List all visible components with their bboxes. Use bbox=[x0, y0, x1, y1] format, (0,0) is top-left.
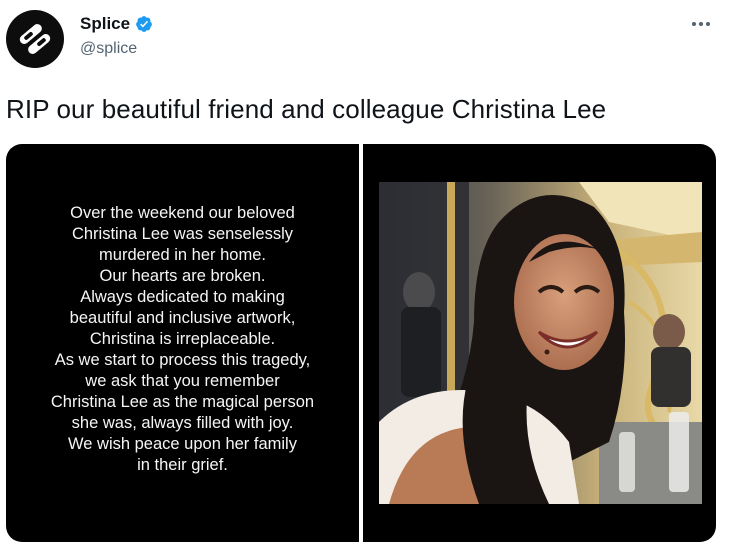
statement-line: in their grief. bbox=[137, 455, 228, 474]
tweet-text: RIP our beautiful friend and colleague C… bbox=[6, 94, 607, 124]
statement-line: As we start to process this tragedy, bbox=[54, 350, 311, 369]
tweet-media: Over the weekend our beloved Christina L… bbox=[6, 144, 716, 542]
statement-line: she was, always filled with joy. bbox=[71, 413, 294, 432]
avatar[interactable] bbox=[6, 10, 64, 68]
dot bbox=[706, 22, 710, 26]
name-row: Splice bbox=[80, 14, 153, 34]
splice-logo-icon bbox=[19, 24, 51, 54]
statement-line: Our hearts are broken. bbox=[99, 266, 266, 285]
portrait-photo bbox=[379, 182, 702, 504]
verified-badge-icon bbox=[135, 15, 153, 33]
display-name[interactable]: Splice bbox=[80, 14, 130, 34]
statement-line: Christina Lee as the magical person bbox=[50, 392, 315, 411]
statement-line: Christina Lee was senselessly bbox=[71, 224, 293, 243]
statement-line: Christina is irreplaceable. bbox=[89, 329, 276, 348]
statement-line: Always dedicated to making bbox=[80, 287, 285, 306]
statement-text: Over the weekend our beloved Christina L… bbox=[51, 203, 314, 476]
statement-line: Over the weekend our beloved bbox=[70, 203, 295, 222]
dot bbox=[699, 22, 703, 26]
tweet-header: Splice @splice bbox=[0, 0, 730, 84]
statement-line: We wish peace upon her family bbox=[68, 434, 297, 453]
dot bbox=[692, 22, 696, 26]
portrait-illustration bbox=[379, 182, 702, 504]
statement-line: we ask that you remember bbox=[85, 371, 280, 390]
statement-image[interactable]: Over the weekend our beloved Christina L… bbox=[6, 144, 359, 542]
more-options-icon[interactable] bbox=[686, 12, 716, 36]
statement-line: murdered in her home. bbox=[99, 245, 266, 264]
statement-line: beautiful and inclusive artwork, bbox=[69, 308, 296, 327]
photo-image[interactable] bbox=[363, 144, 716, 542]
account-handle[interactable]: @splice bbox=[80, 40, 137, 58]
